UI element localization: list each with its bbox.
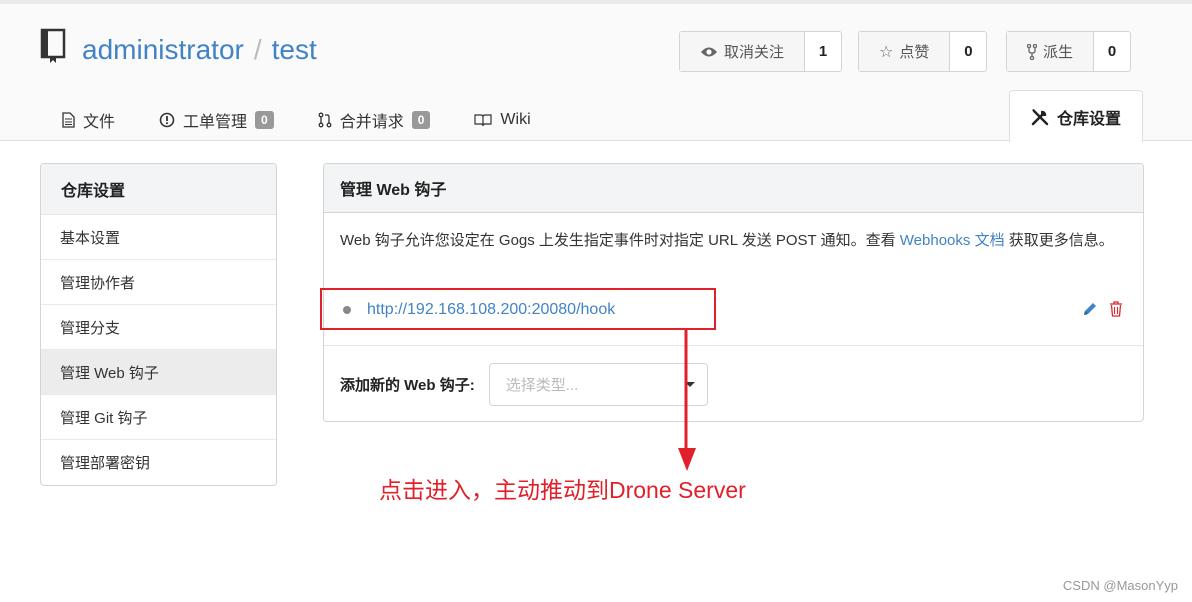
watch-button[interactable]: 取消关注 [680,32,806,71]
sidebar-item-branches[interactable]: 管理分支 [41,305,276,350]
repo-separator: / [253,34,262,65]
annotation-arrow-icon [678,330,696,471]
pencil-icon[interactable] [1081,300,1099,318]
webhooks-description: Web 钩子允许您设定在 Gogs 上发生指定事件时对指定 URL 发送 POS… [340,230,1130,252]
tab-files-label: 文件 [83,113,116,131]
pull-request-icon [318,112,332,127]
tab-issues-label: 工单管理 [183,113,248,131]
sidebar-item-deploy-keys[interactable]: 管理部署密钥 [41,440,276,485]
add-webhook-row: 添加新的 Web 钩子: 选择类型... [340,363,708,406]
settings-sidebar: 仓库设置 基本设置 管理协作者 管理分支 管理 Web 钩子 管理 Git 钩子… [40,163,277,486]
description-text: Web 钩子允许您设定在 Gogs 上发生指定事件时对指定 URL 发送 POS… [340,232,900,249]
watch-label: 取消关注 [724,44,785,61]
panel-title: 管理 Web 钩子 [324,164,1143,213]
watermark: CSDN @MasonYyp [1062,578,1178,593]
eye-icon [701,47,717,56]
repo-owner-link[interactable]: administrator [82,34,244,65]
issue-icon [159,112,175,127]
repo-tabs: 文件 工单管理 0 合并请求 0 Wiki [40,94,553,145]
webhooks-docs-link[interactable]: Webhooks 文档 [900,232,1005,249]
webhook-type-select[interactable]: 选择类型... [488,363,708,406]
star-group: ☆ 点赞 0 [858,31,988,72]
fork-label: 派生 [1043,44,1074,61]
repo-title: administrator / test [82,32,317,68]
sidebar-item-webhooks[interactable]: 管理 Web 钩子 [41,350,276,395]
description-text-end: 获取更多信息。 [1004,232,1114,249]
tab-wiki-label: Wiki [500,110,531,128]
fork-group: 派生 0 [1006,31,1132,72]
star-button[interactable]: ☆ 点赞 [859,32,951,71]
sidebar-title: 仓库设置 [41,164,276,215]
trash-icon[interactable] [1108,300,1124,318]
sidebar-item-collaborators[interactable]: 管理协作者 [41,260,276,305]
tab-issues[interactable]: 工单管理 0 [137,94,296,145]
issues-count-badge: 0 [255,110,274,129]
repo-name-link[interactable]: test [272,34,317,65]
star-icon: ☆ [879,42,894,61]
tools-icon [1031,108,1049,125]
tab-files[interactable]: 文件 [40,94,137,145]
repo-icon [40,28,66,63]
fork-count[interactable]: 0 [1094,32,1130,71]
star-label: 点赞 [899,44,930,61]
fork-button[interactable]: 派生 [1007,32,1095,71]
watch-count[interactable]: 1 [805,32,841,71]
sidebar-item-basic-settings[interactable]: 基本设置 [41,215,276,260]
tab-wiki[interactable]: Wiki [452,94,552,145]
select-placeholder: 选择类型... [505,377,579,394]
annotation-highlight-box [320,288,716,330]
file-icon [62,111,75,128]
watch-group: 取消关注 1 [679,31,843,72]
book-icon [474,113,493,126]
tab-settings[interactable]: 仓库设置 [1009,90,1143,142]
star-count[interactable]: 0 [950,32,986,71]
sidebar-item-git-hooks[interactable]: 管理 Git 钩子 [41,395,276,440]
pull-requests-count-badge: 0 [411,110,431,129]
tab-pull-requests[interactable]: 合并请求 0 [296,94,453,145]
annotation-text: 点击进入，主动推动到Drone Server [379,477,746,503]
tab-settings-label: 仓库设置 [1056,110,1121,128]
tab-pull-requests-label: 合并请求 [339,113,404,131]
add-webhook-label: 添加新的 Web 钩子: [340,377,475,394]
fork-icon [1027,43,1037,60]
